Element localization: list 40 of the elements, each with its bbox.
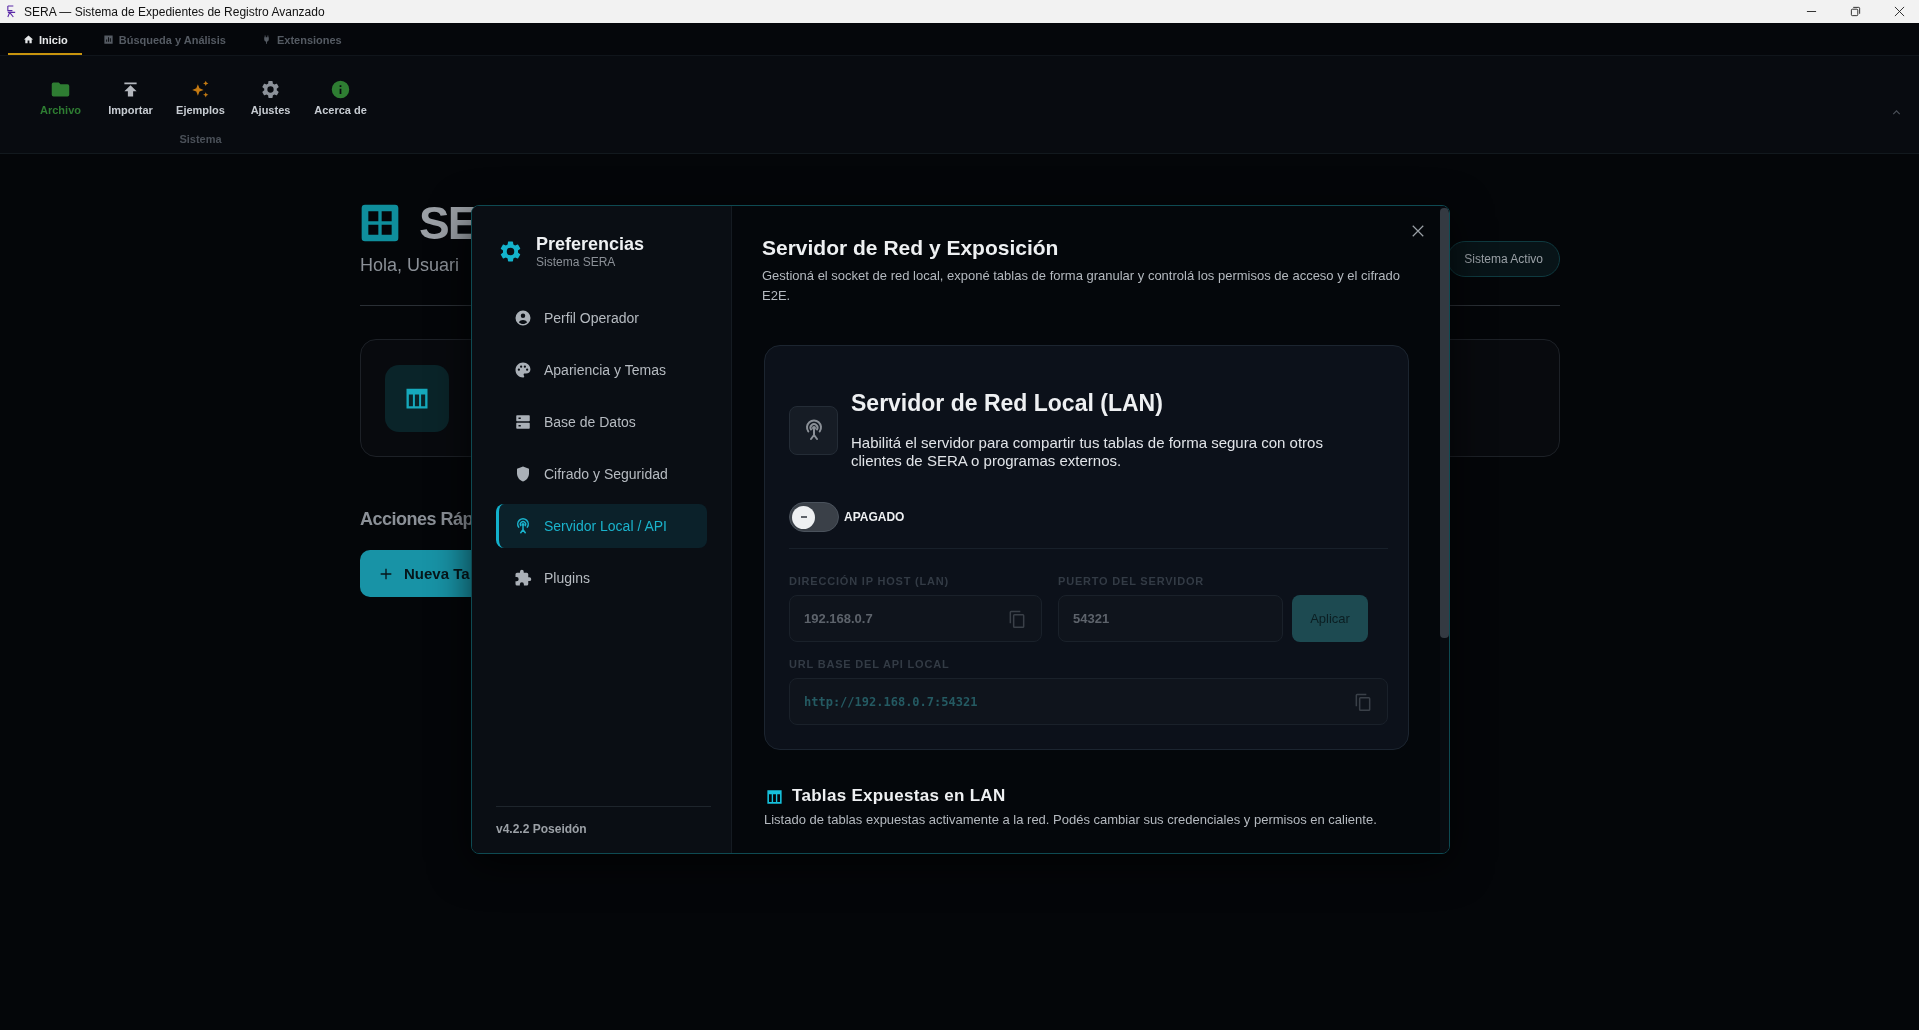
nav-item[interactable]: Perfil Operador bbox=[496, 296, 707, 340]
ribbon-button[interactable]: Ejemplos bbox=[170, 79, 231, 116]
grid-logo-icon bbox=[360, 203, 400, 243]
nav-item[interactable]: Servidor Local / API bbox=[496, 504, 707, 548]
app-icon bbox=[6, 5, 17, 18]
nav-item[interactable]: Apariencia y Temas bbox=[496, 348, 707, 392]
greeting-text: Hola, Usuari bbox=[360, 255, 461, 276]
settings-icon bbox=[498, 239, 523, 264]
dialog-subtitle: Sistema SERA bbox=[536, 255, 617, 269]
ribbon-button[interactable]: Acerca de bbox=[310, 79, 371, 116]
antenna-icon bbox=[514, 517, 532, 535]
puzzle-icon bbox=[514, 569, 532, 587]
version-label: v4.2.2 Poseidón bbox=[496, 806, 711, 836]
section-heading: Tablas Expuestas en LAN bbox=[792, 786, 1006, 806]
ribbon-button[interactable]: Ajustes bbox=[240, 79, 301, 116]
bar-chart-icon bbox=[102, 34, 114, 45]
restore-icon[interactable] bbox=[1850, 6, 1861, 17]
server-icon bbox=[514, 413, 532, 431]
close-icon[interactable] bbox=[1894, 6, 1905, 17]
group-label: Sistema bbox=[179, 133, 222, 145]
section-description: Gestioná el socket de red local, exponé tablas de forma granular y controlá los permisos de acceso y el cifrado E2E. bbox=[762, 267, 1402, 305]
status-pill: Sistema Activo bbox=[1447, 241, 1560, 277]
dialog-title: Preferencias bbox=[536, 234, 645, 255]
section-heading: Servidor de Red y Exposición bbox=[762, 236, 1060, 260]
ribbon-button[interactable]: Archivo bbox=[30, 79, 91, 116]
nav-item[interactable]: Base de Datos bbox=[496, 400, 707, 444]
card-description: Habilitá el servidor para compartir tus tablas de forma segura con otros clientes de SERA o programas externos. bbox=[851, 434, 1324, 470]
home-icon bbox=[23, 34, 34, 45]
scrollbar[interactable] bbox=[1440, 206, 1449, 853]
user-icon bbox=[514, 309, 532, 327]
ribbon-button[interactable]: Importar bbox=[100, 79, 161, 116]
window-title: SERA — Sistema de Expedientes de Registro Avanzado bbox=[24, 4, 325, 19]
section-description: Listado de tablas expuestas activamente a la red. Podés cambiar sus credenciales y permisos en caliente. bbox=[764, 812, 1378, 827]
server-toggle[interactable] bbox=[789, 502, 839, 532]
shield-icon bbox=[514, 465, 532, 483]
scrollbar-thumb[interactable] bbox=[1440, 208, 1449, 638]
nav-item[interactable]: Cifrado y Seguridad bbox=[496, 452, 707, 496]
card-title: Servidor de Red Local (LAN) bbox=[851, 390, 1164, 417]
toggle-label: APAGADO bbox=[844, 510, 905, 524]
palette-icon bbox=[514, 361, 532, 379]
